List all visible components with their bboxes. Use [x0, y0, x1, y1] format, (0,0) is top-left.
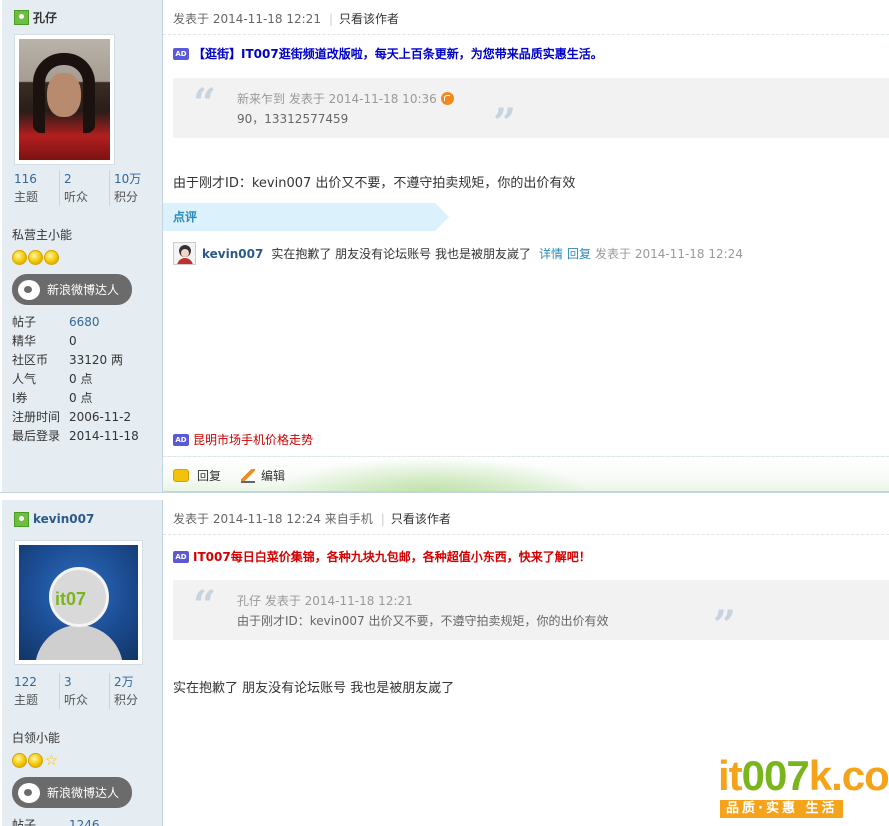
- comment-text: 实在抱歉了 朋友没有论坛账号 我也是被朋友嵗了: [271, 247, 531, 261]
- author-name-text[interactable]: 孔仔: [33, 9, 57, 26]
- site-logo: it007k.com: [718, 752, 889, 799]
- ad-text[interactable]: IT007每日白菜价集锦，各种九块九包邮，各种超值小东西，快来了解吧！: [193, 548, 591, 565]
- quote-close-icon: ”: [493, 100, 517, 147]
- quote-text: 由于刚才ID：kevin007 出价又不要，不遵守拍卖规矩，你的出价有效: [237, 614, 609, 628]
- weibo-icon: [18, 279, 40, 300]
- reply-icon: [173, 469, 189, 482]
- author-name-text[interactable]: kevin007: [33, 512, 94, 526]
- bottom-ad-text[interactable]: 昆明市场手机价格走势: [193, 431, 313, 448]
- medal-icon: [12, 753, 27, 768]
- ad-icon: AD: [173, 433, 189, 446]
- medal-icon: [28, 250, 43, 265]
- weibo-icon: [18, 782, 40, 803]
- author-name[interactable]: kevin007: [14, 511, 94, 527]
- stat-points[interactable]: 2万 积分: [110, 673, 160, 709]
- post-actions: 回复 编辑: [163, 456, 889, 493]
- post-meta: 发表于 2014-11-18 12:24 来自手机 | 只看该作者: [173, 510, 451, 527]
- comment-header: 点评: [163, 203, 449, 231]
- author-name[interactable]: 孔仔: [14, 9, 57, 25]
- avatar[interactable]: [14, 34, 115, 165]
- quote-open-icon: “: [193, 80, 217, 127]
- weibo-label: 新浪微博达人: [47, 283, 120, 297]
- user-icon: [14, 511, 29, 527]
- reply-label[interactable]: 回复: [197, 467, 221, 484]
- quote-text: 90，13312577459: [237, 112, 349, 126]
- user-rank-title: 私营主小能: [12, 228, 73, 242]
- comment-reply-link[interactable]: 回复: [567, 245, 591, 262]
- stat-followers[interactable]: 2 听众: [60, 170, 110, 206]
- only-author-link[interactable]: 只看该作者: [391, 510, 451, 527]
- author-info: 帖子 6680 精华 0 社区币 33120 两 人气 0 点 I券 0 点 注册时间 20…: [12, 313, 162, 446]
- bottom-ad-link[interactable]: AD 昆明市场手机价格走势: [173, 431, 313, 448]
- star-icon: ☆: [44, 751, 59, 769]
- info-row-coupons: I券 0 点: [12, 391, 93, 405]
- info-row-coins: 社区币 33120 两: [12, 353, 123, 367]
- comment-avatar[interactable]: [173, 242, 196, 265]
- user-icon: [14, 9, 29, 25]
- author-info: 帖子 1246: [12, 816, 162, 826]
- ad-icon: AD: [173, 550, 189, 563]
- rank-medals: ☆: [12, 753, 59, 768]
- rank-medals: [12, 250, 59, 265]
- only-author-link[interactable]: 只看该作者: [339, 10, 399, 27]
- quote-source: 孔仔 发表于 2014-11-18 12:21: [237, 594, 413, 608]
- ad-link[interactable]: AD 【逛街】IT007逛街频道改版啦，每天上百条更新，为您带来品质实惠生活。: [173, 45, 603, 62]
- stat-followers[interactable]: 3 听众: [60, 673, 110, 709]
- info-row-popularity: 人气 0 点: [12, 372, 93, 386]
- ad-icon: AD: [173, 47, 189, 60]
- comment-time: 发表于 2014-11-18 12:24: [595, 247, 743, 261]
- weibo-label: 新浪微博达人: [47, 786, 120, 800]
- author-stats: 122 主题 3 听众 2万 积分: [10, 673, 160, 709]
- post-time: 发表于 2014-11-18 12:24 来自手机: [173, 512, 373, 526]
- site-slogan: 品质·实惠 生活: [720, 800, 844, 818]
- medal-icon: [12, 250, 27, 265]
- user-rank-title: 白领小能: [12, 731, 61, 745]
- edit-label[interactable]: 编辑: [261, 467, 285, 484]
- author-sidebar: 孔仔 116 主题 2 听众 10万 积分 私营主小能 新浪微博达人 帖子 66…: [2, 0, 163, 492]
- weibo-badge[interactable]: 新浪微博达人: [12, 274, 132, 305]
- post-body: 实在抱歉了 朋友没有论坛账号 我也是被朋友嵗了: [173, 681, 455, 696]
- info-row-digest: 精华 0: [12, 334, 77, 348]
- site-watermark: it007k.com 品质·实惠 生活: [718, 752, 889, 820]
- stat-points[interactable]: 10万 积分: [110, 170, 160, 206]
- author-sidebar: kevin007 it07 122 主题 3 听众 2万 积分 白领小能 ☆ 新…: [2, 500, 163, 826]
- info-row-lastlogin: 最后登录 2014-11-18: [12, 429, 139, 443]
- comment-author[interactable]: kevin007: [202, 247, 263, 261]
- post-time: 发表于 2014-11-18 12:21: [173, 12, 321, 26]
- medal-icon: [44, 250, 59, 265]
- avatar[interactable]: it07: [14, 540, 143, 665]
- info-row-posts: 帖子 6680: [12, 315, 100, 329]
- quote-block: “ 孔仔 发表于 2014-11-18 12:21 由于刚才ID：kevin00…: [173, 580, 889, 646]
- ad-text[interactable]: 【逛街】IT007逛街频道改版啦，每天上百条更新，为您带来品质实惠生活。: [193, 45, 603, 62]
- reply-button[interactable]: 回复: [173, 467, 221, 484]
- quote-block: “ 新来乍到 发表于 2014-11-18 10:36 90，133125774…: [173, 78, 889, 144]
- comment-detail-link[interactable]: 详情: [539, 245, 563, 262]
- post-body: 由于刚才ID：kevin007 出价又不要，不遵守拍卖规矩，你的出价有效: [173, 176, 576, 191]
- comment-item: kevin007 实在抱歉了 朋友没有论坛账号 我也是被朋友嵗了 详情 回复 发…: [173, 242, 743, 265]
- post-1: 孔仔 116 主题 2 听众 10万 积分 私营主小能 新浪微博达人 帖子 66…: [0, 0, 889, 493]
- post-meta: 发表于 2014-11-18 12:21 | 只看该作者: [173, 10, 400, 27]
- post-divider: [0, 492, 889, 500]
- quote-close-icon: ”: [713, 602, 737, 649]
- edit-button[interactable]: 编辑: [241, 467, 285, 484]
- edit-icon: [241, 468, 255, 483]
- weibo-badge[interactable]: 新浪微博达人: [12, 777, 132, 808]
- post-content: 发表于 2014-11-18 12:21 | 只看该作者 AD 【逛街】IT00…: [163, 0, 889, 493]
- author-stats: 116 主题 2 听众 10万 积分: [10, 170, 160, 206]
- info-row-posts: 帖子 1246: [12, 818, 100, 826]
- medal-icon: [28, 753, 43, 768]
- info-row-register: 注册时间 2006-11-2: [12, 410, 132, 424]
- stat-topics[interactable]: 116 主题: [10, 170, 60, 206]
- back-to-post-icon[interactable]: [440, 92, 454, 105]
- stat-topics[interactable]: 122 主题: [10, 673, 60, 709]
- quote-open-icon: “: [193, 582, 217, 629]
- quote-source: 新来乍到 发表于 2014-11-18 10:36: [237, 90, 454, 107]
- ad-link[interactable]: AD IT007每日白菜价集锦，各种九块九包邮，各种超值小东西，快来了解吧！: [173, 548, 591, 565]
